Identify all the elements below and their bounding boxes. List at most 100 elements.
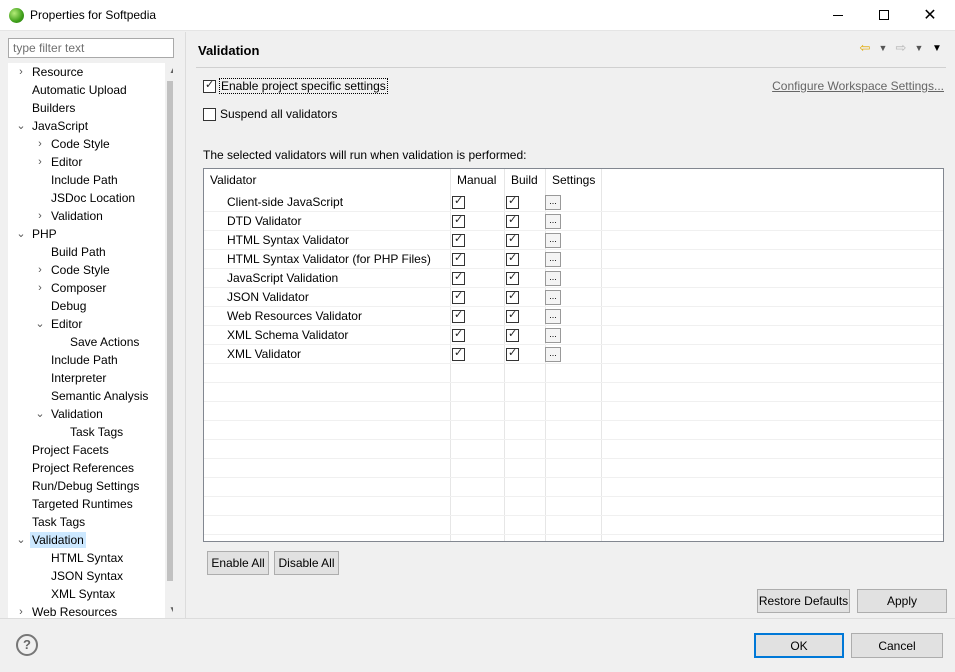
back-arrow-icon[interactable]: ⇦	[857, 40, 873, 56]
validator-settings-button[interactable]: ...	[545, 328, 561, 343]
build-checkbox[interactable]	[506, 251, 519, 266]
tree-item[interactable]: Interpreter	[51, 369, 106, 387]
build-checkbox[interactable]	[506, 270, 519, 285]
tree-item[interactable]: ⌄ Validation	[16, 531, 86, 549]
tree-item[interactable]: Save Actions	[70, 333, 139, 351]
chevron-right-icon[interactable]: ›	[33, 153, 47, 171]
enable-all-button[interactable]: Enable All	[207, 551, 269, 575]
apply-button[interactable]: Apply	[857, 589, 947, 613]
validator-settings-button[interactable]: ...	[545, 347, 561, 362]
forward-arrow-icon[interactable]: ⇨	[893, 40, 909, 56]
column-header-validator[interactable]: Validator	[204, 169, 256, 192]
tree-item[interactable]: Automatic Upload	[32, 81, 127, 99]
validator-settings-button[interactable]: ...	[545, 214, 561, 229]
validator-name[interactable]: JavaScript Validation	[227, 269, 338, 288]
back-dropdown-icon[interactable]: ▼	[875, 43, 891, 53]
validator-name[interactable]: Client-side JavaScript	[227, 193, 343, 212]
validator-settings-button[interactable]: ...	[545, 271, 561, 286]
tree-item[interactable]: Task Tags	[32, 513, 85, 531]
manual-checkbox[interactable]	[452, 327, 465, 342]
chevron-down-icon[interactable]: ⌄	[33, 405, 47, 423]
validator-name[interactable]: XML Validator	[227, 345, 301, 364]
maximize-icon[interactable]	[861, 0, 907, 30]
validator-settings-button[interactable]: ...	[545, 252, 561, 267]
tree-item[interactable]: ⌄ JavaScript	[16, 117, 88, 135]
panel-splitter[interactable]	[185, 32, 186, 618]
chevron-down-icon[interactable]: ⌄	[14, 531, 28, 549]
validator-settings-button[interactable]: ...	[545, 195, 561, 210]
suspend-validators-option[interactable]: Suspend all validators	[203, 107, 337, 121]
suspend-validators-checkbox[interactable]	[203, 107, 216, 121]
forward-dropdown-icon[interactable]: ▼	[911, 43, 927, 53]
scroll-up-icon[interactable]: ▲	[165, 63, 173, 79]
validator-name[interactable]: Web Resources Validator	[227, 307, 362, 326]
validator-name[interactable]: DTD Validator	[227, 212, 301, 231]
chevron-right-icon[interactable]: ›	[33, 261, 47, 279]
chevron-right-icon[interactable]: ›	[33, 207, 47, 225]
tree-item[interactable]: Project Facets	[32, 441, 109, 459]
tree-item[interactable]: › Validation	[38, 207, 103, 225]
validator-settings-button[interactable]: ...	[545, 290, 561, 305]
column-header-build[interactable]: Build	[505, 169, 538, 192]
view-menu-icon[interactable]: ▼	[929, 43, 945, 54]
configure-workspace-link[interactable]: Configure Workspace Settings...	[772, 79, 944, 93]
column-header-settings[interactable]: Settings	[546, 169, 595, 192]
manual-checkbox[interactable]	[452, 270, 465, 285]
build-checkbox[interactable]	[506, 327, 519, 342]
validator-name[interactable]: JSON Validator	[227, 288, 309, 307]
tree-item[interactable]: Include Path	[51, 171, 118, 189]
enable-project-settings-option[interactable]: Enable project specific settings	[203, 78, 388, 94]
column-header-manual[interactable]: Manual	[451, 169, 496, 192]
chevron-down-icon[interactable]: ⌄	[14, 117, 28, 135]
tree-item[interactable]: › Composer	[38, 279, 106, 297]
filter-input[interactable]	[8, 38, 174, 58]
build-checkbox[interactable]	[506, 346, 519, 361]
chevron-right-icon[interactable]: ›	[14, 603, 28, 619]
build-checkbox[interactable]	[506, 194, 519, 209]
cancel-button[interactable]: Cancel	[851, 633, 943, 658]
chevron-down-icon[interactable]: ⌄	[14, 225, 28, 243]
enable-project-settings-checkbox[interactable]	[203, 78, 216, 93]
build-checkbox[interactable]	[506, 308, 519, 323]
manual-checkbox[interactable]	[452, 213, 465, 228]
build-checkbox[interactable]	[506, 232, 519, 247]
build-checkbox[interactable]	[506, 213, 519, 228]
tree-item[interactable]: Build Path	[51, 243, 106, 261]
tree-item[interactable]: Include Path	[51, 351, 118, 369]
tree-item[interactable]: JSDoc Location	[51, 189, 135, 207]
tree-item[interactable]: Task Tags	[70, 423, 123, 441]
minimize-icon[interactable]	[815, 0, 861, 30]
tree-item[interactable]: › Resource	[19, 63, 83, 81]
help-icon[interactable]: ?	[16, 634, 38, 656]
build-checkbox[interactable]	[506, 289, 519, 304]
disable-all-button[interactable]: Disable All	[274, 551, 339, 575]
tree-item[interactable]: › Editor	[38, 153, 82, 171]
tree-item[interactable]: Project References	[32, 459, 134, 477]
manual-checkbox[interactable]	[452, 194, 465, 209]
close-icon[interactable]: ✕	[907, 0, 953, 30]
tree-item[interactable]: Targeted Runtimes	[32, 495, 133, 513]
tree-scrollbar[interactable]: ▲ ▼	[165, 63, 173, 619]
tree-item[interactable]: ⌄ Validation	[35, 405, 102, 423]
tree-item[interactable]: › Code Style	[38, 261, 110, 279]
manual-checkbox[interactable]	[452, 308, 465, 323]
tree-item[interactable]: ⌄ PHP	[16, 225, 56, 243]
manual-checkbox[interactable]	[452, 232, 465, 247]
restore-defaults-button[interactable]: Restore Defaults	[757, 589, 850, 613]
manual-checkbox[interactable]	[452, 251, 465, 266]
tree-item[interactable]: Semantic Analysis	[51, 387, 148, 405]
chevron-right-icon[interactable]: ›	[14, 63, 28, 81]
chevron-down-icon[interactable]: ⌄	[33, 315, 47, 333]
tree-item[interactable]: Debug	[51, 297, 86, 315]
tree-item[interactable]: Run/Debug Settings	[32, 477, 139, 495]
scroll-thumb[interactable]	[167, 81, 173, 581]
validator-name[interactable]: HTML Syntax Validator (for PHP Files)	[227, 250, 431, 269]
tree-item[interactable]: ⌄ Editor	[35, 315, 82, 333]
chevron-right-icon[interactable]: ›	[33, 279, 47, 297]
manual-checkbox[interactable]	[452, 346, 465, 361]
tree-item[interactable]: XML Syntax	[51, 585, 115, 603]
validator-settings-button[interactable]: ...	[545, 309, 561, 324]
tree-item[interactable]: JSON Syntax	[51, 567, 123, 585]
tree-item[interactable]: HTML Syntax	[51, 549, 123, 567]
chevron-right-icon[interactable]: ›	[33, 135, 47, 153]
